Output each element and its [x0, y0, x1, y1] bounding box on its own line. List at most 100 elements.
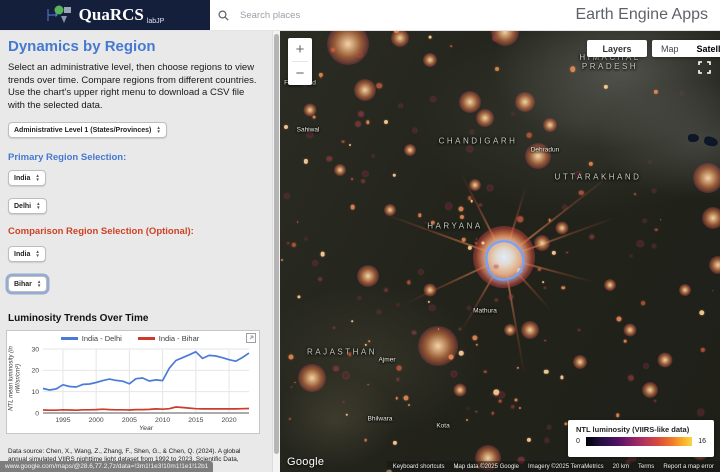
night-light-dot	[357, 53, 361, 57]
night-light-blob	[391, 30, 409, 47]
attribution-item[interactable]: Report a map error	[663, 464, 714, 470]
night-light-dot	[616, 316, 621, 321]
svg-text:1995: 1995	[55, 417, 70, 424]
select-stepper-icon: ▲▼	[35, 174, 39, 182]
night-light-dot	[333, 327, 335, 329]
night-light-dot	[429, 36, 432, 39]
layers-button[interactable]: Layers	[587, 40, 647, 57]
night-light-blob	[454, 384, 467, 397]
night-light-dot	[313, 116, 316, 119]
light-trail	[503, 186, 526, 258]
night-light-dot	[428, 300, 430, 302]
map-label-mathura: Mathura	[473, 308, 497, 315]
night-light-dot	[349, 144, 351, 146]
attribution-item[interactable]: Terms	[638, 464, 654, 470]
attribution-item[interactable]: Imagery ©2025 TerraMetrics	[528, 464, 604, 470]
primary-country-select[interactable]: India ▲▼	[8, 170, 46, 186]
night-light-dot	[517, 216, 523, 222]
zoom-in-button[interactable]: +	[288, 38, 312, 61]
comparison-region-value: Bihar	[14, 281, 32, 288]
zoom-out-button[interactable]: −	[288, 62, 312, 85]
night-light-dot	[681, 92, 683, 94]
night-light-dot	[630, 255, 632, 257]
map-label-chandigarh: CHANDIGARH	[439, 137, 518, 146]
svg-text:10: 10	[31, 389, 39, 396]
svg-text:0: 0	[35, 410, 39, 417]
ntl-legend-title: NTL luminosity (VIIRS-like data)	[576, 425, 706, 434]
search-input[interactable]	[238, 9, 392, 22]
night-light-blob	[702, 207, 720, 229]
svg-text:20: 20	[31, 368, 39, 375]
night-light-blob	[298, 364, 326, 392]
browser-status-bar: www.google.com/maps/@28.6,77.2,7z/data=!…	[0, 461, 213, 472]
night-light-blob	[357, 265, 379, 287]
attribution-item[interactable]: 20 km	[613, 464, 629, 470]
night-light-dot	[452, 371, 457, 376]
night-light-dot	[384, 289, 387, 292]
map-type-control: Map Satellite	[652, 40, 720, 57]
night-light-dot	[589, 234, 593, 238]
map-type-map-button[interactable]: Map	[652, 40, 688, 57]
night-light-dot	[438, 328, 440, 330]
night-light-dot	[652, 245, 655, 248]
map-attribution-bar: Keyboard shortcuts Map data ©2025 Google I…	[387, 461, 720, 472]
night-light-dot	[547, 426, 550, 429]
night-light-dot	[468, 197, 472, 201]
night-light-dot	[543, 281, 545, 283]
fullscreen-icon[interactable]	[698, 61, 711, 74]
night-light-dot	[655, 228, 658, 231]
panel-scrollbar-thumb[interactable]	[274, 34, 279, 454]
night-light-dot	[448, 355, 453, 360]
top-header: QuaRCS labJP Earth Engine Apps	[0, 0, 720, 31]
svg-text:2020: 2020	[222, 417, 237, 424]
svg-text:Year: Year	[139, 425, 154, 431]
admin-level-select[interactable]: Administrative Level 1 (States/Provinces…	[8, 122, 167, 138]
map-label-dehradun: Dehradun	[531, 147, 560, 154]
attribution-item[interactable]: Keyboard shortcuts	[393, 464, 445, 470]
comparison-region-select[interactable]: Bihar ▲▼	[8, 276, 47, 292]
night-light-dot	[570, 67, 575, 72]
night-light-dot	[589, 162, 593, 166]
ntl-legend-min: 0	[576, 438, 580, 445]
night-light-blob	[556, 222, 569, 235]
primary-region-select[interactable]: Delhi ▲▼	[8, 198, 47, 214]
night-light-blob	[709, 256, 720, 274]
night-light-dot	[430, 220, 434, 224]
night-light-dot	[494, 264, 499, 269]
night-light-dot	[320, 76, 322, 78]
night-light-dot	[294, 382, 296, 384]
luminosity-chart-card[interactable]: India - DelhiIndia - Bihar NTL mean lumi…	[6, 330, 260, 434]
night-light-dot	[511, 405, 515, 409]
night-light-dot	[459, 328, 461, 330]
night-light-dot	[624, 340, 627, 343]
night-light-dot	[419, 270, 423, 274]
quarcs-logo[interactable]: QuaRCS labJP	[0, 0, 210, 30]
map-canvas[interactable]: HIMACHAL PRADESHCHANDIGARHUTTARAKHANDHAR…	[280, 30, 720, 472]
night-light-dot	[492, 412, 494, 414]
night-light-dot	[291, 386, 293, 388]
attribution-item[interactable]: Map data ©2025 Google	[453, 464, 518, 470]
reservoir-shape	[703, 135, 719, 147]
night-light-dot	[319, 73, 323, 77]
night-light-dot	[472, 335, 477, 340]
night-light-dot	[413, 129, 416, 132]
night-light-dot	[561, 286, 565, 290]
select-stepper-icon: ▲▼	[36, 202, 40, 210]
light-trail	[504, 171, 615, 258]
night-light-blob	[573, 355, 587, 369]
night-light-dot	[297, 222, 299, 224]
night-light-dot	[460, 215, 464, 219]
light-trail	[504, 216, 617, 259]
night-light-dot	[285, 194, 289, 198]
map-type-satellite-button[interactable]: Satellite	[688, 40, 720, 57]
night-light-dot	[495, 298, 497, 300]
night-light-dot	[393, 441, 397, 445]
night-light-dot	[488, 185, 493, 190]
comparison-country-select[interactable]: India ▲▼	[8, 246, 46, 262]
night-light-dot	[288, 354, 293, 359]
night-light-blob	[515, 92, 535, 112]
night-light-dot	[376, 83, 382, 89]
night-light-dot	[361, 180, 364, 183]
ntl-legend-card: NTL luminosity (VIIRS-like data) 0 16	[568, 420, 714, 457]
night-light-dot	[364, 439, 367, 442]
